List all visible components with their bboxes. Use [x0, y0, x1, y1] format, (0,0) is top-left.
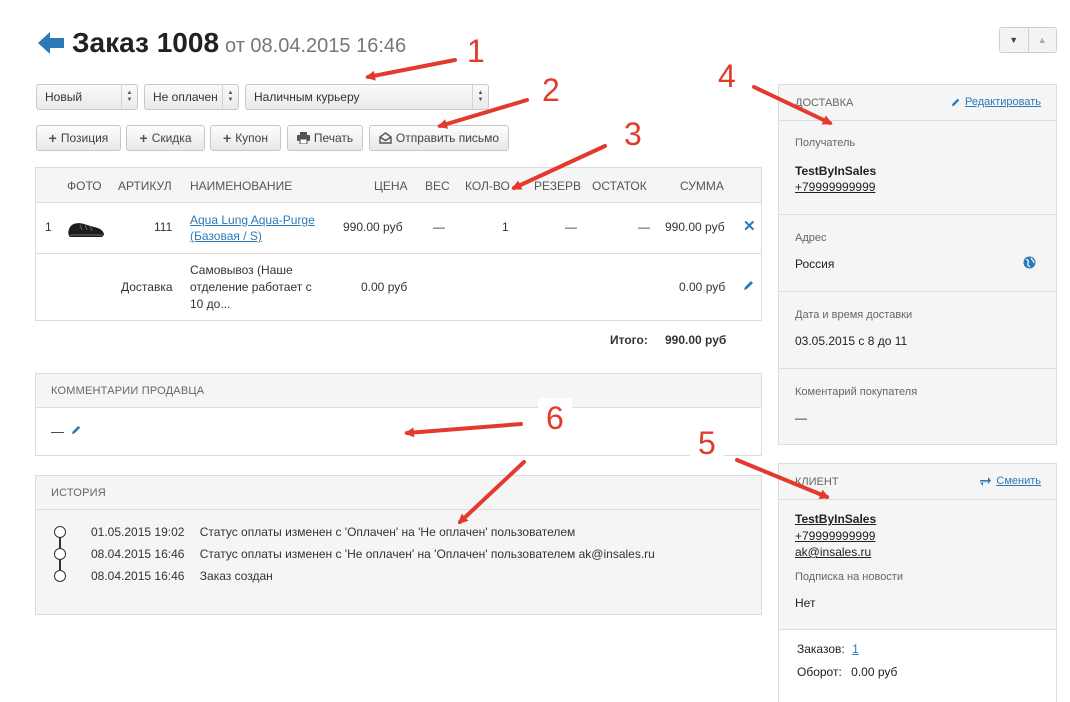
client-name-link[interactable]: TestByInSales — [795, 512, 876, 526]
table-row: Доставка Самовывоз (Наше отделение работ… — [35, 254, 762, 321]
select-arrows-icon: ▲ ▼ — [472, 85, 488, 109]
section-title: КОММЕНТАРИИ ПРОДАВЦА — [36, 374, 761, 408]
history-entry: 01.05.2015 19:02 Статус оплаты изменен с… — [91, 525, 576, 539]
timeline-dot — [54, 526, 66, 538]
timeline-dot — [54, 570, 66, 582]
timeline-dot — [54, 548, 66, 560]
annotation-number-1: 1 — [467, 33, 485, 69]
orders-count-link[interactable]: 1 — [852, 642, 859, 656]
send-letter-button[interactable]: Отправить письмо — [369, 125, 509, 151]
select-arrows-icon: ▲ ▼ — [222, 85, 238, 109]
annotation-number-6: 6 — [538, 398, 572, 439]
envelope-icon — [379, 132, 392, 144]
add-discount-button[interactable]: + Скидка — [126, 125, 205, 151]
customer-comment-value: — — [795, 411, 807, 425]
annotation-number-3: 3 — [624, 116, 642, 152]
total-value: 990.00 руб — [665, 333, 727, 347]
delivery-description: Самовывоз (Наше отделение работает с 10 … — [190, 263, 312, 311]
annotation-number-5: 5 — [690, 423, 724, 464]
table-row: 1 111 Aqua Lung Aqua-Purge (Базовая / S)… — [35, 203, 762, 254]
edit-pencil-icon — [951, 98, 960, 106]
edit-pencil-icon[interactable] — [742, 279, 755, 292]
change-client-link[interactable]: Сменить — [979, 475, 1041, 487]
swap-icon — [980, 476, 992, 486]
history-panel: ИСТОРИЯ — [35, 475, 762, 615]
add-position-button[interactable]: + Позиция — [36, 125, 121, 151]
client-email-link[interactable]: ak@insales.ru — [795, 545, 871, 559]
client-info-block: TestByInSales +79999999999 ak@insales.ru… — [779, 500, 1056, 630]
back-arrow-icon[interactable] — [36, 28, 66, 58]
delivery-panel-header: ДОСТАВКА Редактировать — [779, 85, 1056, 121]
subscription-value: Нет — [795, 596, 816, 610]
page-title: Заказ 1008 от 08.04.2015 16:46 — [72, 27, 406, 59]
quantity-value[interactable]: 1 — [502, 220, 509, 234]
product-link[interactable]: Aqua Lung Aqua-Purge (Базовая / S) — [190, 212, 315, 244]
plus-icon: + — [48, 130, 57, 146]
seller-comments-panel: КОММЕНТАРИИ ПРОДАВЦА — — [35, 373, 762, 456]
history-entry: 08.04.2015 16:46 Заказ создан — [91, 569, 273, 583]
payment-status-select[interactable]: Не оплачен ▲ ▼ — [144, 84, 239, 110]
order-status-select[interactable]: Новый ▲ ▼ — [36, 84, 138, 110]
section-title: ИСТОРИЯ — [36, 476, 761, 510]
printer-icon — [296, 132, 310, 144]
globe-icon[interactable] — [1023, 256, 1036, 269]
history-entry: 08.04.2015 16:46 Статус оплаты изменен с… — [91, 547, 655, 561]
client-stats-block: Заказов: 1 Оборот: 0.00 руб — [779, 630, 1056, 702]
chevron-down-icon[interactable]: ▼ — [1000, 28, 1028, 52]
total-label: Итого: — [610, 333, 648, 347]
chevron-up-icon[interactable]: ▲ — [1027, 28, 1057, 52]
items-table-header: ФОТО АРТИКУЛ НАИМЕНОВАНИЕ ЦЕНА ВЕС КОЛ-В… — [35, 167, 762, 203]
address-block: Адрес Россия — [779, 215, 1056, 292]
delivery-method-select[interactable]: Наличным курьеру ▲ ▼ — [245, 84, 489, 110]
recipient-name: TestByInSales — [795, 164, 877, 178]
annotation-arrow-1 — [365, 58, 457, 81]
select-arrows-icon: ▲ ▼ — [121, 85, 137, 109]
recipient-phone-link[interactable]: +79999999999 — [795, 180, 875, 194]
annotation-number-4: 4 — [718, 58, 736, 94]
delivery-panel: ДОСТАВКА Редактировать Получатель TestBy… — [778, 84, 1057, 445]
address-value: Россия — [795, 257, 835, 271]
recipient-block: Получатель TestByInSales +79999999999 — [779, 121, 1056, 215]
panel-controls: ▼ ▲ — [999, 27, 1057, 53]
remove-item-icon[interactable]: ✕ — [743, 217, 756, 235]
delivery-datetime-block: Дата и время доставки 03.05.2015 с 8 до … — [779, 292, 1056, 369]
print-button[interactable]: Печать — [287, 125, 363, 151]
plus-icon: + — [139, 130, 148, 146]
seller-comment-value: — — [51, 424, 64, 439]
client-phone-link[interactable]: +79999999999 — [795, 529, 875, 543]
client-panel: КЛИЕНТ Сменить TestByInSales +7999999999… — [778, 463, 1057, 702]
client-panel-header: КЛИЕНТ Сменить — [779, 464, 1056, 500]
order-title: Заказ 1008 — [72, 27, 220, 58]
add-coupon-button[interactable]: + Купон — [210, 125, 281, 151]
edit-delivery-link[interactable]: Редактировать — [950, 96, 1041, 108]
delivery-datetime-value: 03.05.2015 с 8 до 11 — [795, 334, 908, 348]
annotation-number-2: 2 — [542, 72, 560, 108]
product-photo — [68, 223, 104, 237]
edit-pencil-icon[interactable] — [70, 424, 82, 436]
order-date: от 08.04.2015 16:46 — [225, 35, 407, 57]
plus-icon: + — [223, 130, 232, 146]
customer-comment-block: Коментарий покупателя — — [795, 386, 918, 425]
